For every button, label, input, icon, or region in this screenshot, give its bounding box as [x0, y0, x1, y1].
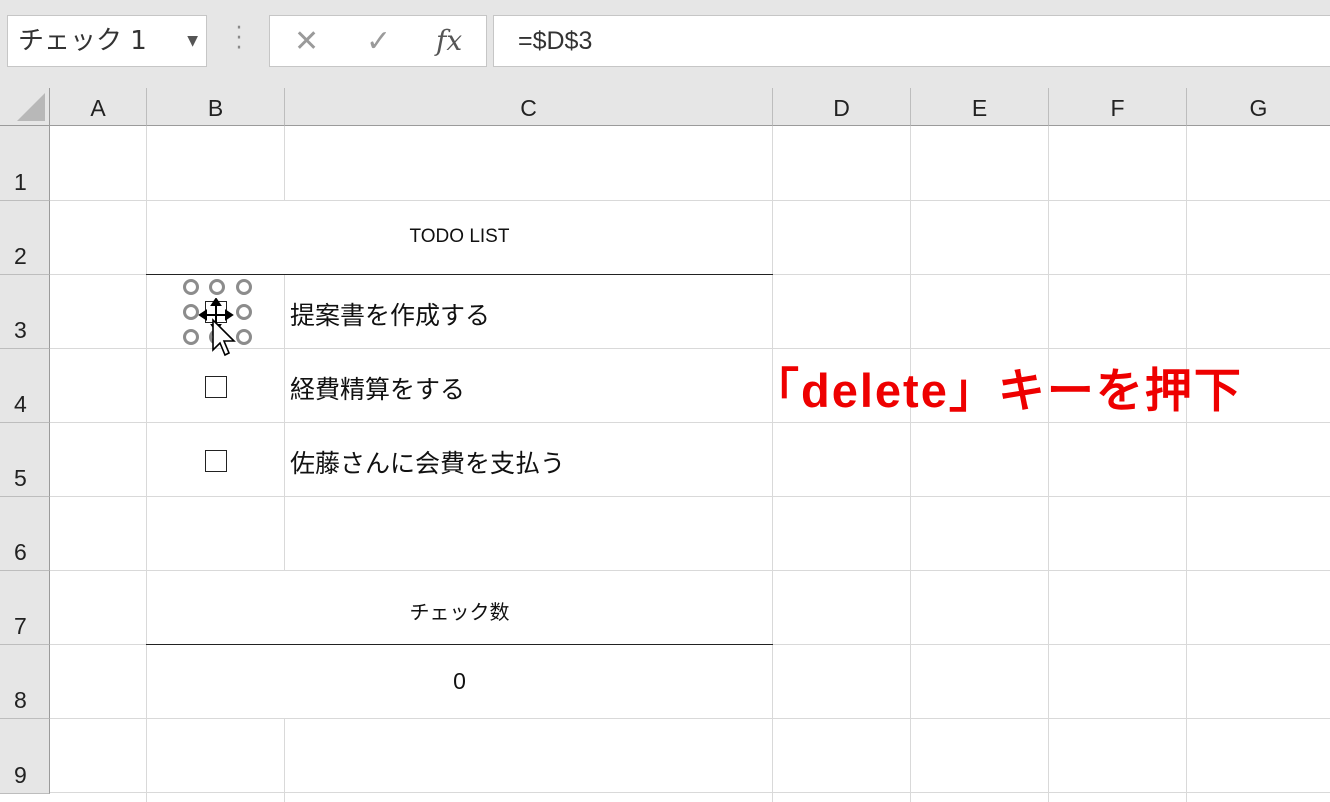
check-count-title: チェック数 [409, 600, 510, 624]
select-all-button[interactable] [0, 88, 50, 126]
chevron-down-icon[interactable]: ▼ [187, 16, 198, 66]
cell-border [146, 644, 773, 645]
column-header-a[interactable]: A [50, 88, 147, 126]
column-header-f[interactable]: F [1049, 88, 1187, 126]
task-2-checkbox[interactable] [205, 376, 227, 398]
move-cursor-icon [198, 298, 236, 357]
name-box-value: チェック 1 [18, 26, 147, 56]
name-box[interactable]: チェック 1 ▼ [7, 15, 207, 67]
select-all-icon [17, 93, 45, 121]
gridline [1186, 126, 1187, 802]
cell-border [146, 274, 773, 275]
column-header-g[interactable]: G [1187, 88, 1330, 126]
row-header-7[interactable]: 7 [0, 571, 50, 645]
task-2-label: 経費精算をする [290, 375, 466, 404]
row-header-3[interactable]: 3 [0, 275, 50, 349]
resize-handle[interactable] [236, 279, 252, 295]
row-header-4[interactable]: 4 [0, 349, 50, 423]
gridline [50, 792, 1330, 793]
task-3-checkbox[interactable] [205, 450, 227, 472]
gridline [50, 422, 1330, 423]
row-header-8[interactable]: 8 [0, 645, 50, 719]
gridline [50, 496, 1330, 497]
cancel-icon[interactable]: ✕ [294, 24, 319, 59]
row-header-6[interactable]: 6 [0, 497, 50, 571]
enter-icon[interactable]: ✓ [366, 24, 391, 59]
row-header-1[interactable]: 1 [0, 126, 50, 201]
row-header-2[interactable]: 2 [0, 201, 50, 275]
gridline [1048, 126, 1049, 802]
row-header-9[interactable]: 9 [0, 719, 50, 794]
todo-list-title: TODO LIST [409, 226, 510, 247]
column-header-d[interactable]: D [773, 88, 911, 126]
row-header-5[interactable]: 5 [0, 423, 50, 497]
task-3-label: 佐藤さんに会費を支払う [290, 449, 566, 478]
task-1-label: 提案書を作成する [290, 301, 491, 330]
annotation-text: 「delete」キーを押下 [752, 364, 1243, 417]
formula-input[interactable]: =$D$3 [493, 15, 1330, 67]
insert-function-icon[interactable]: fx [436, 24, 462, 57]
gridline [50, 718, 1330, 719]
formula-buttons: ✕ ✓ fx [269, 15, 487, 67]
resize-handle[interactable] [183, 279, 199, 295]
check-count-value: 0 [453, 668, 466, 694]
gridline [910, 126, 911, 802]
column-header-c[interactable]: C [285, 88, 773, 126]
column-header-b[interactable]: B [147, 88, 285, 126]
resize-handle[interactable] [209, 279, 225, 295]
column-header-e[interactable]: E [911, 88, 1049, 126]
drag-handle-icon[interactable]: · · · [229, 18, 249, 60]
